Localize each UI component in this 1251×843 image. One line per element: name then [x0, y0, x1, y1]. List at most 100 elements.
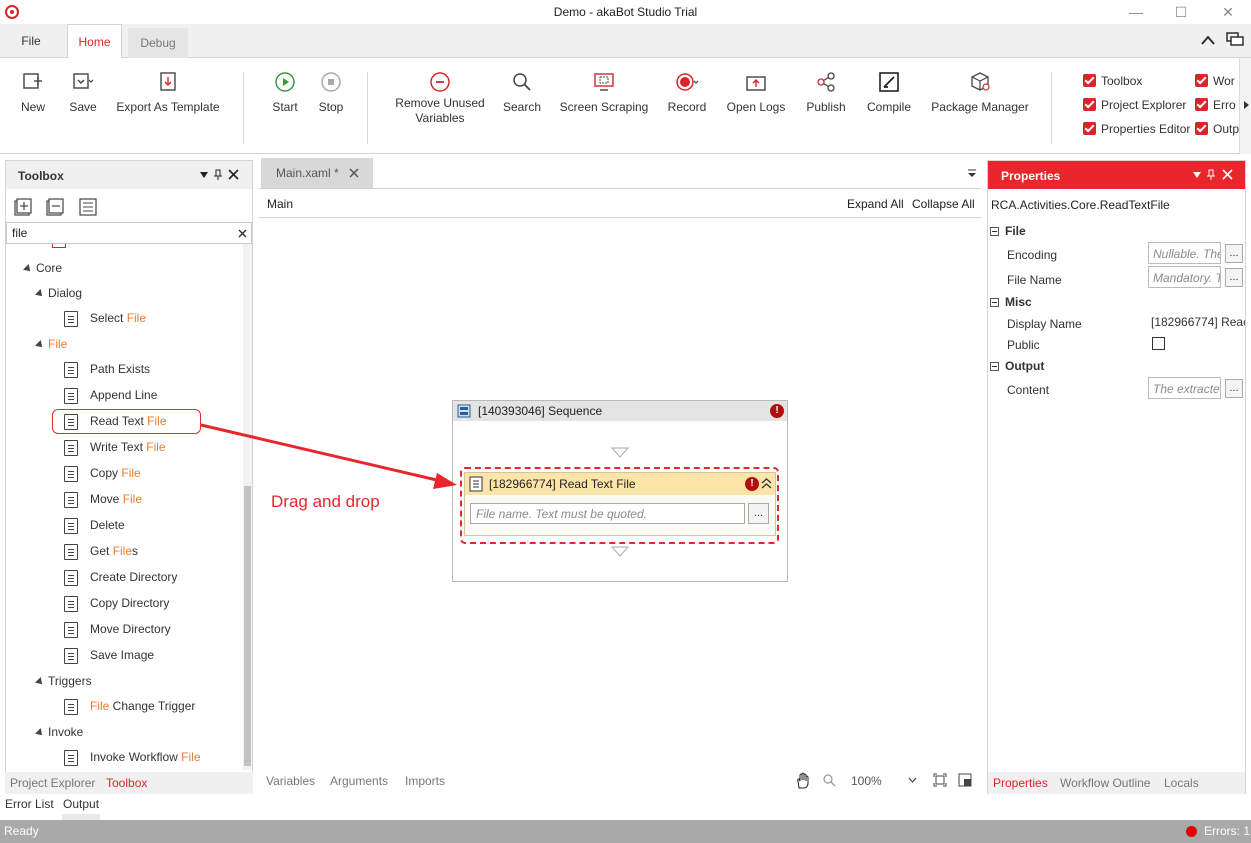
tree-item-select-file[interactable]: Select File — [64, 305, 146, 331]
toggle-output[interactable]: Outp — [1195, 121, 1239, 136]
prop-category-misc[interactable]: Misc — [990, 292, 1032, 312]
zoom-icon[interactable] — [822, 773, 836, 787]
tree-node-core[interactable]: Core — [23, 255, 62, 281]
pin-icon[interactable] — [1206, 169, 1216, 181]
toolbox-search-box[interactable]: file — [6, 222, 252, 244]
sequence-header[interactable]: [140393046] Sequence ! — [453, 401, 787, 421]
overview-icon[interactable] — [958, 773, 972, 787]
tree-node-file[interactable]: File — [35, 331, 67, 357]
toolbox-search-input[interactable]: file — [12, 226, 27, 240]
tab-properties[interactable]: Properties — [993, 776, 1048, 790]
collapse-all-link[interactable]: Collapse All — [912, 197, 975, 211]
status-errors[interactable]: Errors: 1 — [1204, 820, 1250, 843]
tree-item-copy-file[interactable]: Copy File — [64, 460, 141, 486]
tab-project-explorer[interactable]: Project Explorer — [10, 776, 95, 790]
tree-item-invoke-workflow-file[interactable]: Invoke Workflow File — [64, 744, 201, 769]
open-logs-button[interactable]: Open Logs — [724, 70, 788, 114]
save-button[interactable]: Save — [66, 70, 100, 114]
tab-debug[interactable]: Debug — [128, 28, 188, 58]
toggle-project-explorer[interactable]: Project Explorer — [1083, 97, 1186, 112]
prop-content-input[interactable]: The extracte — [1148, 377, 1221, 399]
document-tab-main[interactable]: Main.xaml * — [261, 158, 373, 188]
dropdown-icon[interactable] — [1192, 171, 1202, 179]
hand-pan-icon[interactable] — [795, 772, 811, 789]
tree-item-move-directory[interactable]: Move Directory — [64, 616, 171, 642]
prop-display-name-value[interactable]: [182966774] Reac — [1151, 310, 1245, 334]
dropdown-icon[interactable] — [199, 171, 209, 179]
minimize-button[interactable]: — — [1121, 2, 1151, 22]
tab-error-list[interactable]: Error List — [5, 797, 54, 811]
prop-file-name-placeholder: Mandatory. T — [1153, 271, 1221, 285]
new-button[interactable]: New — [16, 70, 50, 114]
zoom-level[interactable]: 100% — [851, 774, 882, 788]
package-manager-button[interactable]: Package Manager — [928, 70, 1032, 114]
tab-imports[interactable]: Imports — [405, 774, 445, 788]
tab-toolbox[interactable]: Toolbox — [106, 776, 147, 790]
tab-output[interactable]: Output — [63, 797, 99, 811]
prop-file-name-input[interactable]: Mandatory. T — [1148, 266, 1221, 288]
prop-encoding-input[interactable]: Nullable. The — [1148, 242, 1221, 264]
tree-item-copy-directory[interactable]: Copy Directory — [64, 590, 169, 616]
tree-node-dialog[interactable]: Dialog — [35, 280, 82, 306]
tree-item-delete[interactable]: Delete — [64, 512, 125, 538]
fit-to-screen-icon[interactable] — [933, 773, 947, 787]
tree-item-move-file[interactable]: Move File — [64, 486, 142, 512]
prop-category-file[interactable]: File — [990, 221, 1026, 241]
tab-locals[interactable]: Locals — [1164, 776, 1199, 790]
toggle-properties-editor[interactable]: Properties Editor — [1083, 121, 1190, 136]
toggle-error-list[interactable]: Erro — [1195, 97, 1236, 112]
tab-workflow-outline[interactable]: Workflow Outline — [1060, 776, 1150, 790]
toolbox-scrollbar-thumb[interactable] — [244, 486, 251, 766]
screen-scraping-button[interactable]: Screen Scraping — [558, 70, 650, 114]
tab-arguments[interactable]: Arguments — [330, 774, 388, 788]
tab-file[interactable]: File — [0, 24, 62, 58]
close-icon[interactable] — [1222, 169, 1233, 180]
tree-item-save-image[interactable]: Save Image — [64, 642, 154, 668]
expand-all-icon[interactable] — [14, 198, 32, 216]
designer-breadcrumb[interactable]: Main — [267, 197, 293, 211]
tree-item-write-text-file[interactable]: Write Text File — [64, 434, 166, 460]
remove-unused-variables-button[interactable]: Remove Unused Variables — [392, 70, 488, 126]
ribbon-scroll-right[interactable] — [1239, 58, 1251, 154]
list-view-icon[interactable] — [79, 198, 97, 216]
export-template-button[interactable]: Export As Template — [114, 70, 222, 114]
tree-node-invoke[interactable]: Invoke — [35, 719, 83, 745]
chat-icon[interactable] — [1226, 32, 1244, 48]
prop-public-checkbox[interactable] — [1152, 337, 1165, 350]
zoom-dropdown-icon[interactable] — [908, 777, 917, 783]
file-name-input[interactable]: File name. Text must be quoted. — [470, 503, 745, 524]
prop-file-name-browse-button[interactable]: ... — [1225, 268, 1243, 287]
tree-item-path-exists[interactable]: Path Exists — [64, 356, 150, 382]
prop-category-output[interactable]: Output — [990, 356, 1044, 376]
toggle-toolbox[interactable]: Toolbox — [1083, 73, 1142, 88]
toggle-workflow[interactable]: Wor — [1195, 73, 1235, 88]
clear-search-icon[interactable] — [238, 229, 247, 238]
close-button[interactable]: ✕ — [1213, 2, 1243, 22]
compile-button[interactable]: Compile — [862, 70, 916, 114]
record-button[interactable]: Record — [664, 70, 710, 114]
pin-icon[interactable] — [213, 169, 223, 181]
read-text-file-header[interactable]: [182966774] Read Text File ! — [465, 473, 775, 495]
prop-content-browse-button[interactable]: ... — [1225, 379, 1243, 398]
close-tab-icon[interactable] — [349, 168, 359, 178]
collapse-activity-icon[interactable] — [761, 478, 772, 489]
close-icon[interactable] — [228, 169, 239, 180]
tree-node-triggers[interactable]: Triggers — [35, 668, 92, 694]
tree-item-create-directory[interactable]: Create Directory — [64, 564, 177, 590]
tree-item-append-line[interactable]: Append Line — [64, 382, 157, 408]
tab-home[interactable]: Home — [67, 24, 122, 59]
file-name-browse-button[interactable]: ... — [748, 503, 769, 524]
tab-overflow-icon[interactable] — [967, 168, 977, 178]
search-button[interactable]: Search — [500, 70, 544, 114]
tab-variables[interactable]: Variables — [266, 774, 315, 788]
stop-button[interactable]: Stop — [314, 70, 348, 114]
prop-encoding-browse-button[interactable]: ... — [1225, 244, 1243, 263]
tree-item-get-files[interactable]: Get Files — [64, 538, 138, 564]
maximize-button[interactable]: ☐ — [1166, 2, 1196, 22]
collapse-all-icon[interactable] — [46, 198, 64, 216]
start-button[interactable]: Start — [268, 70, 302, 114]
expand-all-link[interactable]: Expand All — [847, 197, 904, 211]
publish-button[interactable]: Publish — [802, 70, 850, 114]
tree-item-file-change-trigger[interactable]: File Change Trigger — [64, 693, 195, 719]
chevron-up-icon[interactable] — [1200, 34, 1216, 46]
